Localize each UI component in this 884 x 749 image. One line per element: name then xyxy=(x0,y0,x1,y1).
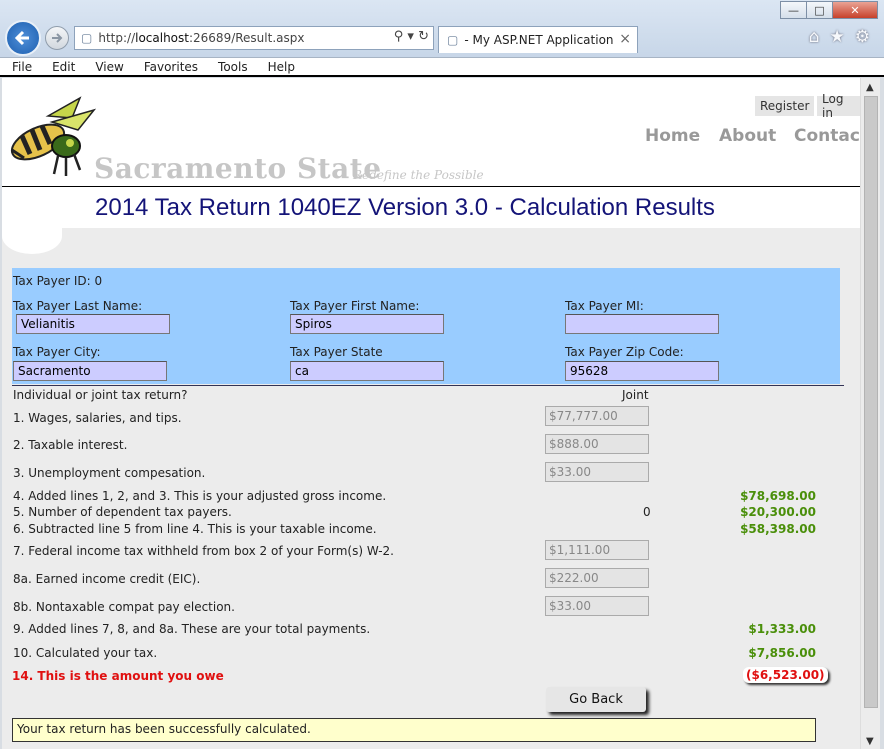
register-link[interactable]: Register xyxy=(755,96,815,116)
line4-label: 4. Added lines 1, 2, and 3. This is your… xyxy=(13,489,387,503)
forward-arrow-icon xyxy=(52,33,63,43)
favorites-star-icon[interactable]: ★ xyxy=(830,27,845,47)
line5-count: 0 xyxy=(643,505,651,519)
nav-about[interactable]: About xyxy=(719,126,776,146)
line10-label: 10. Calculated your tax. xyxy=(13,646,158,660)
joint-question: Individual or joint tax return? xyxy=(13,388,188,402)
line9-label: 9. Added lines 7, 8, and 8a. These are y… xyxy=(13,622,371,636)
page-title: 2014 Tax Return 1040EZ Version 3.0 - Cal… xyxy=(95,194,715,221)
menu-file[interactable]: File xyxy=(0,60,40,74)
login-link[interactable]: Log in xyxy=(817,92,860,120)
menu-bar: File Edit View Favorites Tools Help xyxy=(0,58,884,77)
url-path: :26689/Result.aspx xyxy=(188,31,305,45)
scroll-up-icon[interactable]: ▲ xyxy=(866,82,874,93)
scroll-down-icon[interactable]: ▼ xyxy=(866,736,874,747)
site-tagline: Redefine the Possible xyxy=(353,168,484,182)
menu-help[interactable]: Help xyxy=(256,60,303,74)
mi-label: Tax Payer MI: xyxy=(565,299,644,313)
line6-label: 6. Subtracted line 5 from line 4. This i… xyxy=(13,522,377,536)
line6-value: $58,398.00 xyxy=(740,522,816,536)
line1-label: 1. Wages, salaries, and tips. xyxy=(13,411,182,425)
line8a-label: 8a. Earned income credit (EIC). xyxy=(13,572,201,586)
city-label: Tax Payer City: xyxy=(13,345,101,359)
window-controls: — □ ✕ xyxy=(780,1,878,19)
line8b-combat-pay-field[interactable] xyxy=(545,596,649,616)
header-divider xyxy=(2,186,860,187)
line5-label: 5. Number of dependent tax payers. xyxy=(13,505,232,519)
amount-owed-value: ($6,523.00) xyxy=(743,667,828,683)
first-name-label: Tax Payer First Name: xyxy=(290,299,420,313)
line7-withheld-field[interactable] xyxy=(545,540,649,560)
decorative-curve xyxy=(2,218,62,254)
tab-current[interactable]: ▢ - My ASP.NET Application × xyxy=(438,26,638,53)
joint-value: Joint xyxy=(622,388,649,402)
maximize-button[interactable]: □ xyxy=(806,1,833,19)
url-prefix: http:// xyxy=(98,31,136,45)
menu-view[interactable]: View xyxy=(83,60,131,74)
state-field[interactable] xyxy=(290,361,444,381)
go-back-button[interactable]: Go Back xyxy=(546,687,646,712)
line3-label: 3. Unemployment compesation. xyxy=(13,466,206,480)
browser-toolbar-icons: ⌂ ★ ⚙ xyxy=(809,27,870,47)
line8a-eic-field[interactable] xyxy=(545,568,649,588)
menu-tools[interactable]: Tools xyxy=(206,60,256,74)
page-scrollbar[interactable]: ▲ ▼ xyxy=(860,78,880,749)
dropdown-icon[interactable]: ▾ xyxy=(407,29,414,44)
taxpayer-id: Tax Payer ID: 0 xyxy=(13,274,103,288)
line2-label: 2. Taxable interest. xyxy=(13,438,128,452)
gear-icon[interactable]: ⚙ xyxy=(855,27,870,47)
line7-label: 7. Federal income tax withheld from box … xyxy=(13,544,394,558)
zip-label: Tax Payer Zip Code: xyxy=(565,345,684,359)
browser-titlebar: — □ ✕ ▢ http://localhost:26689/Result.as… xyxy=(0,0,884,58)
first-name-field[interactable] xyxy=(290,314,444,334)
amount-owed-label: 14. This is the amount you owe xyxy=(12,669,224,683)
line4-value: $78,698.00 xyxy=(740,489,816,503)
page-icon: ▢ xyxy=(447,33,459,47)
section-divider xyxy=(12,385,844,386)
search-icon[interactable]: ⚲ xyxy=(394,29,404,44)
line1-wages-field[interactable] xyxy=(545,406,649,426)
last-name-label: Tax Payer Last Name: xyxy=(13,299,143,313)
close-window-button[interactable]: ✕ xyxy=(832,1,878,19)
line9-value: $1,333.00 xyxy=(748,622,816,636)
status-message: Your tax return has been successfully ca… xyxy=(12,718,816,742)
back-button[interactable] xyxy=(5,20,41,56)
forward-button[interactable] xyxy=(45,26,69,50)
home-icon[interactable]: ⌂ xyxy=(809,27,820,47)
nav-contact[interactable]: Contact xyxy=(794,126,860,146)
city-field[interactable] xyxy=(13,361,167,381)
web-page: Sacramento State Redefine the Possible R… xyxy=(2,78,860,749)
line2-interest-field[interactable] xyxy=(545,434,649,454)
tab-title: - My ASP.NET Application xyxy=(464,33,614,47)
back-arrow-icon xyxy=(14,30,29,46)
address-bar[interactable]: ▢ http://localhost:26689/Result.aspx ⚲ ▾… xyxy=(74,26,434,50)
refresh-icon[interactable]: ↻ xyxy=(418,29,429,44)
state-label: Tax Payer State xyxy=(290,345,383,359)
line10-value: $7,856.00 xyxy=(748,646,816,660)
nav-home[interactable]: Home xyxy=(645,126,700,146)
minimize-button[interactable]: — xyxy=(780,1,807,19)
mi-field[interactable] xyxy=(565,314,719,334)
scroll-thumb[interactable] xyxy=(864,96,878,708)
line5-value: $20,300.00 xyxy=(740,505,816,519)
url-host: localhost xyxy=(135,31,189,45)
menu-favorites[interactable]: Favorites xyxy=(132,60,206,74)
close-icon[interactable]: × xyxy=(619,31,631,47)
site-title[interactable]: Sacramento State xyxy=(94,152,382,185)
address-actions: ⚲ ▾ ↻ xyxy=(394,29,429,44)
line3-unemployment-field[interactable] xyxy=(545,462,649,482)
zip-field[interactable] xyxy=(565,361,719,381)
line8b-label: 8b. Nontaxable compat pay election. xyxy=(13,600,235,614)
hornet-logo-icon xyxy=(10,96,96,176)
menu-edit[interactable]: Edit xyxy=(40,60,83,74)
last-name-field[interactable] xyxy=(16,314,170,334)
page-icon: ▢ xyxy=(81,31,93,45)
